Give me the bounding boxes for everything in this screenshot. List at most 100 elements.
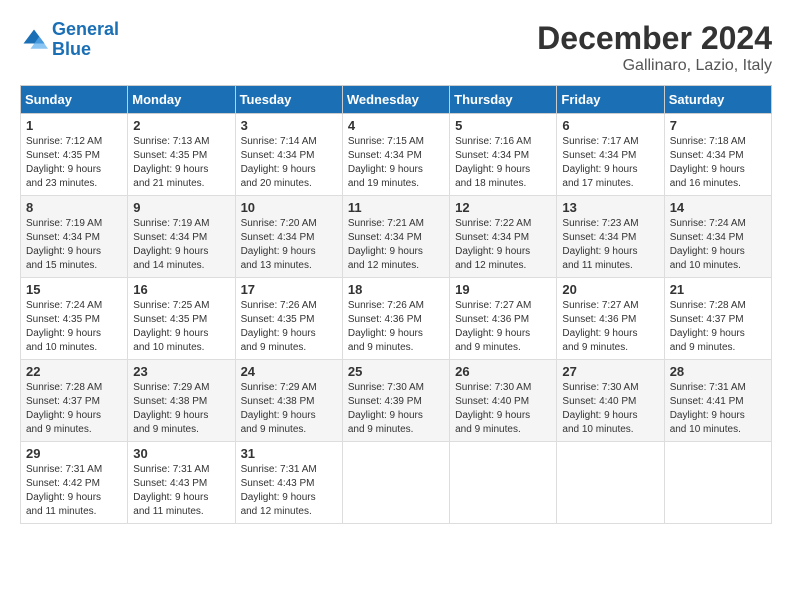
day-number: 12 [455,200,551,215]
calendar-cell: 6Sunrise: 7:17 AMSunset: 4:34 PMDaylight… [557,114,664,196]
weekday-header-row: SundayMondayTuesdayWednesdayThursdayFrid… [21,86,772,114]
calendar-cell: 30 Sunrise: 7:31 AMSunset: 4:43 PMDayligh… [128,442,235,524]
weekday-header-thursday: Thursday [450,86,557,114]
calendar-cell: 12 Sunrise: 7:22 AMSunset: 4:34 PMDayligh… [450,196,557,278]
month-title: December 2024 [537,20,772,57]
day-number: 20 [562,282,658,297]
weekday-header-tuesday: Tuesday [235,86,342,114]
calendar-cell: 2 Sunrise: 7:13 AMSunset: 4:35 PMDaylight… [128,114,235,196]
calendar-cell [557,442,664,524]
day-info: Sunrise: 7:16 AMSunset: 4:34 PMDaylight:… [455,135,551,191]
day-info: Sunrise: 7:23 AMSunset: 4:34 PMDaylight:… [562,217,658,273]
day-number: 1 [26,118,122,133]
calendar-cell: 4 Sunrise: 7:15 AMSunset: 4:34 PMDaylight… [342,114,449,196]
calendar-cell: 25 Sunrise: 7:30 AMSunset: 4:39 PMDayligh… [342,360,449,442]
day-info: Sunrise: 7:19 AMSunset: 4:34 PMDaylight:… [26,217,122,273]
day-number: 24 [241,364,337,379]
calendar-cell: 20 Sunrise: 7:27 AMSunset: 4:36 PMDayligh… [557,278,664,360]
day-number: 31 [241,446,337,461]
day-number: 25 [348,364,444,379]
calendar-cell: 22Sunrise: 7:28 AMSunset: 4:37 PMDayligh… [21,360,128,442]
day-info: Sunrise: 7:18 AMSunset: 4:34 PMDaylight:… [670,135,766,191]
day-number: 16 [133,282,229,297]
calendar-cell: 9 Sunrise: 7:19 AMSunset: 4:34 PMDaylight… [128,196,235,278]
day-info: Sunrise: 7:27 AMSunset: 4:36 PMDaylight:… [455,299,551,355]
day-info: Sunrise: 7:31 AMSunset: 4:43 PMDaylight:… [241,463,337,519]
day-info: Sunrise: 7:31 AMSunset: 4:43 PMDaylight:… [133,463,229,519]
calendar-cell: 18 Sunrise: 7:26 AMSunset: 4:36 PMDayligh… [342,278,449,360]
calendar-cell: 11Sunrise: 7:21 AMSunset: 4:34 PMDayligh… [342,196,449,278]
day-info: Sunrise: 7:29 AMSunset: 4:38 PMDaylight:… [241,381,337,437]
calendar-cell: 21 Sunrise: 7:28 AMSunset: 4:37 PMDayligh… [664,278,771,360]
day-number: 2 [133,118,229,133]
weekday-header-saturday: Saturday [664,86,771,114]
day-number: 30 [133,446,229,461]
calendar-cell: 17 Sunrise: 7:26 AMSunset: 4:35 PMDayligh… [235,278,342,360]
day-info: Sunrise: 7:13 AMSunset: 4:35 PMDaylight:… [133,135,229,191]
title-block: December 2024 Gallinaro, Lazio, Italy [537,20,772,75]
calendar-cell [450,442,557,524]
day-number: 7 [670,118,766,133]
day-number: 4 [348,118,444,133]
day-info: Sunrise: 7:30 AMSunset: 4:40 PMDaylight:… [455,381,551,437]
day-info: Sunrise: 7:19 AMSunset: 4:34 PMDaylight:… [133,217,229,273]
calendar-cell: 24 Sunrise: 7:29 AMSunset: 4:38 PMDayligh… [235,360,342,442]
weekday-header-monday: Monday [128,86,235,114]
day-number: 27 [562,364,658,379]
day-info: Sunrise: 7:29 AMSunset: 4:38 PMDaylight:… [133,381,229,437]
calendar-cell: 14Sunrise: 7:24 AMSunset: 4:34 PMDayligh… [664,196,771,278]
calendar-cell: 29 Sunrise: 7:31 AMSunset: 4:42 PMDayligh… [21,442,128,524]
day-info: Sunrise: 7:21 AMSunset: 4:34 PMDaylight:… [348,217,444,273]
day-info: Sunrise: 7:31 AMSunset: 4:42 PMDaylight:… [26,463,122,519]
day-number: 21 [670,282,766,297]
page-header: General Blue December 2024 Gallinaro, La… [20,20,772,75]
day-info: Sunrise: 7:26 AMSunset: 4:35 PMDaylight:… [241,299,337,355]
weekday-header-wednesday: Wednesday [342,86,449,114]
day-info: Sunrise: 7:31 AMSunset: 4:41 PMDaylight:… [670,381,766,437]
calendar-week-4: 22Sunrise: 7:28 AMSunset: 4:37 PMDayligh… [21,360,772,442]
day-number: 18 [348,282,444,297]
calendar-cell: 16 Sunrise: 7:25 AMSunset: 4:35 PMDayligh… [128,278,235,360]
calendar-cell: 15Sunrise: 7:24 AMSunset: 4:35 PMDayligh… [21,278,128,360]
day-number: 23 [133,364,229,379]
logo-text: General Blue [52,20,119,60]
day-number: 29 [26,446,122,461]
day-info: Sunrise: 7:28 AMSunset: 4:37 PMDaylight:… [670,299,766,355]
day-info: Sunrise: 7:24 AMSunset: 4:35 PMDaylight:… [26,299,122,355]
weekday-header-sunday: Sunday [21,86,128,114]
day-info: Sunrise: 7:30 AMSunset: 4:40 PMDaylight:… [562,381,658,437]
day-number: 10 [241,200,337,215]
day-info: Sunrise: 7:22 AMSunset: 4:34 PMDaylight:… [455,217,551,273]
day-number: 17 [241,282,337,297]
calendar-cell: 1 Sunrise: 7:12 AMSunset: 4:35 PMDaylight… [21,114,128,196]
day-number: 8 [26,200,122,215]
calendar-week-3: 15Sunrise: 7:24 AMSunset: 4:35 PMDayligh… [21,278,772,360]
day-number: 19 [455,282,551,297]
day-info: Sunrise: 7:27 AMSunset: 4:36 PMDaylight:… [562,299,658,355]
day-info: Sunrise: 7:24 AMSunset: 4:34 PMDaylight:… [670,217,766,273]
calendar-cell [342,442,449,524]
calendar-cell: 23 Sunrise: 7:29 AMSunset: 4:38 PMDayligh… [128,360,235,442]
calendar-cell: 31 Sunrise: 7:31 AMSunset: 4:43 PMDayligh… [235,442,342,524]
day-number: 3 [241,118,337,133]
day-info: Sunrise: 7:14 AMSunset: 4:34 PMDaylight:… [241,135,337,191]
day-number: 9 [133,200,229,215]
calendar-cell: 19 Sunrise: 7:27 AMSunset: 4:36 PMDayligh… [450,278,557,360]
calendar-cell: 8 Sunrise: 7:19 AMSunset: 4:34 PMDaylight… [21,196,128,278]
calendar-week-1: 1 Sunrise: 7:12 AMSunset: 4:35 PMDaylight… [21,114,772,196]
day-number: 28 [670,364,766,379]
location: Gallinaro, Lazio, Italy [537,57,772,75]
day-info: Sunrise: 7:30 AMSunset: 4:39 PMDaylight:… [348,381,444,437]
calendar-cell: 10Sunrise: 7:20 AMSunset: 4:34 PMDayligh… [235,196,342,278]
day-number: 26 [455,364,551,379]
calendar-week-5: 29 Sunrise: 7:31 AMSunset: 4:42 PMDayligh… [21,442,772,524]
day-info: Sunrise: 7:26 AMSunset: 4:36 PMDaylight:… [348,299,444,355]
day-info: Sunrise: 7:25 AMSunset: 4:35 PMDaylight:… [133,299,229,355]
day-number: 13 [562,200,658,215]
day-number: 22 [26,364,122,379]
day-info: Sunrise: 7:15 AMSunset: 4:34 PMDaylight:… [348,135,444,191]
day-number: 5 [455,118,551,133]
day-number: 6 [562,118,658,133]
day-info: Sunrise: 7:12 AMSunset: 4:35 PMDaylight:… [26,135,122,191]
calendar-table: SundayMondayTuesdayWednesdayThursdayFrid… [20,85,772,524]
